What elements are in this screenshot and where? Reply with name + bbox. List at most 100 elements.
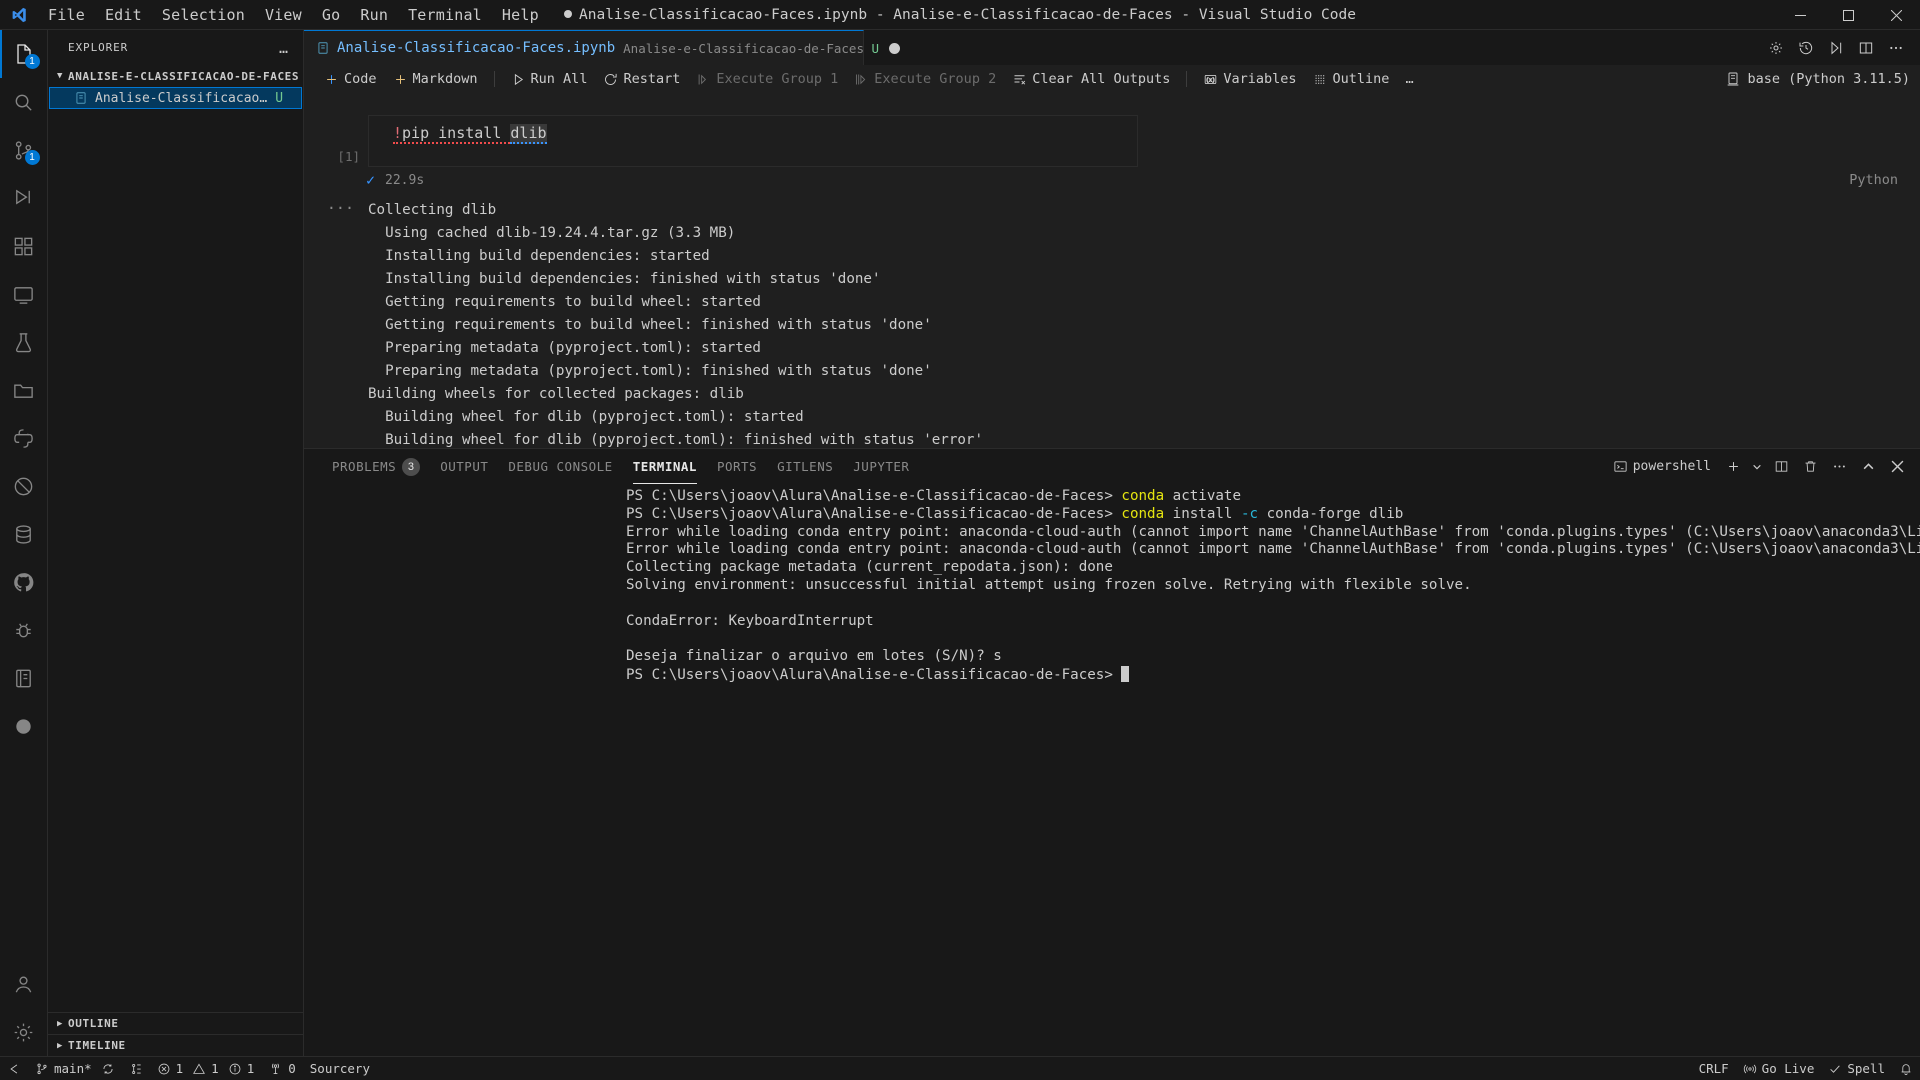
terminal-command-tail: conda-forge dlib: [1258, 505, 1404, 522]
activity-accounts[interactable]: [0, 960, 48, 1008]
activity-search[interactable]: [0, 78, 48, 126]
sidebar-section-outline[interactable]: ▶ OUTLINE: [48, 1012, 303, 1034]
activity-explorer[interactable]: 1: [0, 30, 48, 78]
new-terminal-icon[interactable]: [1720, 455, 1746, 479]
clear-all-outputs-button[interactable]: Clear All Outputs: [1004, 68, 1178, 90]
add-markdown-cell-label: Markdown: [412, 71, 478, 87]
plus-icon: [395, 74, 405, 84]
activity-docker[interactable]: [0, 702, 48, 750]
notebook-cell[interactable]: [1] !pip install dlib: [304, 93, 1920, 167]
panel-tab-output[interactable]: OUTPUT: [430, 449, 498, 484]
terminal-dropdown-icon[interactable]: [1749, 455, 1765, 479]
menu-view[interactable]: View: [255, 0, 312, 30]
more-actions-icon[interactable]: [1882, 34, 1910, 62]
status-sourcery[interactable]: Sourcery: [303, 1057, 377, 1080]
activity-run-debug[interactable]: [0, 174, 48, 222]
run-by-line-icon[interactable]: [1822, 34, 1850, 62]
window-title-text: Analise-Classificacao-Faces.ipynb - Anal…: [579, 6, 1356, 23]
history-icon[interactable]: [1792, 34, 1820, 62]
split-editor-icon[interactable]: [1852, 34, 1880, 62]
activity-source-control[interactable]: 1: [0, 126, 48, 174]
status-remote-indicator[interactable]: [0, 1057, 28, 1080]
menu-edit[interactable]: Edit: [95, 0, 152, 30]
explorer-folder-section[interactable]: ▼ ANALISE-E-CLASSIFICACAO-DE-FACES: [48, 65, 303, 87]
activity-file-utils[interactable]: [0, 366, 48, 414]
notebook-canvas[interactable]: [1] !pip install dlib ✓ 22.9s Python ···: [304, 93, 1920, 448]
add-code-cell-button[interactable]: Code: [316, 68, 385, 90]
status-ports[interactable]: 0: [261, 1057, 303, 1080]
activity-extensions[interactable]: [0, 222, 48, 270]
sidebar-section-timeline[interactable]: ▶ TIMELINE: [48, 1034, 303, 1056]
panel-tab-gitlens[interactable]: GITLENS: [767, 449, 843, 484]
menu-selection[interactable]: Selection: [152, 0, 255, 30]
status-diagnostics[interactable]: 1 1 1: [150, 1057, 262, 1080]
activity-python[interactable]: [0, 414, 48, 462]
activity-testing[interactable]: [0, 318, 48, 366]
panel-tab-problems[interactable]: PROBLEMS 3: [322, 449, 430, 484]
activity-notebook[interactable]: [0, 654, 48, 702]
sidebar-header: EXPLORER …: [48, 30, 303, 65]
variables-button[interactable]: (x) Variables: [1195, 68, 1304, 90]
menu-terminal[interactable]: Terminal: [398, 0, 492, 30]
status-notifications[interactable]: [1892, 1057, 1920, 1080]
close-button[interactable]: [1872, 0, 1920, 30]
terminal-shell-indicator[interactable]: powershell: [1607, 456, 1717, 477]
file-tree-item-notebook[interactable]: Analise-Classificacao… U: [49, 87, 302, 109]
status-gitlens[interactable]: [122, 1057, 150, 1080]
activity-error-lens[interactable]: [0, 462, 48, 510]
restart-button[interactable]: Restart: [595, 68, 688, 90]
activity-manage-gear-icon[interactable]: [0, 1008, 48, 1056]
toolbar-separator: [493, 71, 495, 87]
editor-tab-dirty-indicator[interactable]: [889, 42, 901, 54]
terminal-body[interactable]: PS C:\Users\joaov\Alura\Analise-e-Classi…: [304, 484, 1920, 1056]
settings-icon[interactable]: [1762, 34, 1790, 62]
window-controls[interactable]: [1776, 0, 1920, 29]
editor-tab-notebook[interactable]: Analise-Classificacao-Faces.ipynb Analis…: [304, 30, 901, 65]
activity-database[interactable]: [0, 510, 48, 558]
terminal-line-text: Solving environment: unsuccessful initia…: [626, 576, 1472, 593]
sidebar-title: EXPLORER: [68, 41, 129, 54]
activity-bug[interactable]: [0, 606, 48, 654]
kill-terminal-icon[interactable]: [1797, 455, 1823, 479]
maximize-button[interactable]: [1824, 0, 1872, 30]
run-all-label: Run All: [530, 71, 588, 87]
menu-go[interactable]: Go: [312, 0, 350, 30]
terminal-prompt-line: PS C:\Users\joaov\Alura\Analise-e-Classi…: [304, 506, 1920, 524]
terminal-line-text: [626, 630, 635, 646]
editor-tab-bar: Analise-Classificacao-Faces.ipynb Analis…: [304, 30, 1920, 65]
problems-badge: 3: [402, 457, 421, 476]
add-markdown-cell-button[interactable]: Markdown: [385, 68, 486, 90]
status-eol[interactable]: CRLF: [1692, 1057, 1736, 1080]
activity-remote-explorer[interactable]: [0, 270, 48, 318]
panel-tab-jupyter[interactable]: JUPYTER: [843, 449, 919, 484]
menu-file[interactable]: File: [38, 0, 95, 30]
split-terminal-icon[interactable]: [1768, 455, 1794, 479]
outline-label: Outline: [1332, 71, 1390, 87]
close-panel-icon[interactable]: [1884, 455, 1910, 479]
activity-github[interactable]: [0, 558, 48, 606]
outline-button[interactable]: Outline: [1305, 68, 1398, 90]
cell-code-editor[interactable]: !pip install dlib: [368, 115, 1138, 167]
panel-more-icon[interactable]: [1826, 455, 1852, 479]
run-all-button[interactable]: Run All: [503, 68, 596, 90]
execute-group-1-button[interactable]: Execute Group 1: [688, 68, 846, 90]
kernel-selector[interactable]: base (Python 3.11.5): [1715, 71, 1920, 87]
panel-tab-terminal[interactable]: TERMINAL: [623, 449, 707, 484]
status-bar: main* 1 1 1 0 Sourcery CRLF Go Live Spel…: [0, 1056, 1920, 1080]
terminal-prompt-line: PS C:\Users\joaov\Alura\Analise-e-Classi…: [304, 488, 1920, 506]
panel-tab-ports[interactable]: PORTS: [707, 449, 767, 484]
execute-group-2-button[interactable]: Execute Group 2: [846, 68, 1004, 90]
status-go-live[interactable]: Go Live: [1736, 1057, 1822, 1080]
sidebar-more-icon[interactable]: …: [279, 39, 295, 57]
minimize-button[interactable]: [1776, 0, 1824, 30]
notebook-more-button[interactable]: …: [1397, 68, 1422, 90]
status-spell[interactable]: Spell: [1821, 1057, 1892, 1080]
menu-run[interactable]: Run: [350, 0, 398, 30]
menu-bar[interactable]: File Edit Selection View Go Run Terminal…: [38, 0, 549, 29]
panel-tab-debug-console[interactable]: DEBUG CONSOLE: [498, 449, 622, 484]
status-branch[interactable]: main*: [28, 1057, 122, 1080]
cell-output: ··· Collecting dlib Using cached dlib-19…: [304, 193, 1920, 448]
menu-help[interactable]: Help: [492, 0, 549, 30]
maximize-panel-icon[interactable]: [1855, 455, 1881, 479]
output-more-icon[interactable]: ···: [304, 199, 368, 448]
